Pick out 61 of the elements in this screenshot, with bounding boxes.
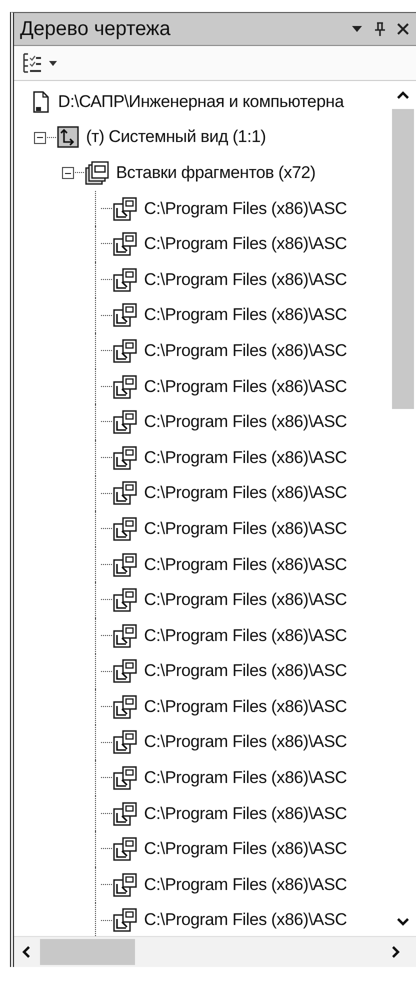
layers-icon xyxy=(84,160,110,186)
tree-item[interactable]: C:\Program Files (x86)\ASC xyxy=(144,234,347,254)
scroll-up-icon[interactable] xyxy=(396,89,410,101)
scroll-thumb[interactable] xyxy=(40,939,135,965)
fragment-icon xyxy=(112,622,138,649)
tree-item[interactable]: C:\Program Files (x86)\ASC xyxy=(144,768,347,788)
tree-options-icon[interactable] xyxy=(22,52,42,74)
tree-item[interactable]: C:\Program Files (x86)\ASC xyxy=(144,483,347,504)
fragment-icon xyxy=(112,338,138,364)
scroll-right-icon[interactable] xyxy=(390,945,402,959)
collapse-toggle[interactable] xyxy=(62,167,74,180)
fragment-icon xyxy=(112,302,138,328)
tree-item[interactable]: C:\Program Files (x86)\ASC xyxy=(144,910,347,930)
fragment-icon xyxy=(112,729,138,756)
tree-item[interactable]: C:\Program Files (x86)\ASC xyxy=(144,696,347,717)
fragment-icon xyxy=(112,552,138,578)
fragment-icon xyxy=(112,266,138,293)
tree-item[interactable]: C:\Program Files (x86)\ASC xyxy=(144,590,347,610)
fragment-icon xyxy=(112,765,138,792)
caret-icon[interactable] xyxy=(48,58,58,68)
tree-item[interactable]: C:\Program Files (x86)\ASC xyxy=(144,305,347,326)
tree-item[interactable]: C:\Program Files (x86)\ASC xyxy=(144,340,347,361)
fragment-icon xyxy=(112,374,138,400)
fragment-icon xyxy=(112,444,138,471)
fragment-icon xyxy=(112,872,138,898)
fragment-icon xyxy=(112,694,138,720)
pin-icon[interactable] xyxy=(374,21,386,37)
tree-item[interactable]: Вставки фрагментов (x72) xyxy=(116,162,316,183)
tree-item[interactable]: C:\Program Files (x86)\ASC xyxy=(144,270,347,290)
fragment-icon xyxy=(112,196,138,222)
fragment-icon xyxy=(112,231,138,258)
fragment-icon xyxy=(112,800,138,827)
tree-item[interactable]: C:\Program Files (x86)\ASC xyxy=(144,839,347,860)
horizontal-scrollbar[interactable] xyxy=(14,936,416,967)
tree-item[interactable]: C:\Program Files (x86)\ASC xyxy=(144,376,347,397)
panel-title: Дерево чертежа xyxy=(20,18,172,40)
close-icon[interactable] xyxy=(396,22,410,36)
scroll-left-icon[interactable] xyxy=(20,945,32,959)
collapse-toggle[interactable] xyxy=(34,132,46,144)
tree-item[interactable]: C:\Program Files (x86)\ASC xyxy=(144,198,347,219)
tree-item[interactable]: D:\САПР\Инженерная и компьютерна xyxy=(58,92,344,112)
fragment-icon xyxy=(112,658,138,684)
tree-item[interactable]: C:\Program Files (x86)\ASC xyxy=(144,626,347,646)
fragment-icon xyxy=(112,480,138,506)
tree-item[interactable]: C:\Program Files (x86)\ASC xyxy=(144,448,347,468)
fragment-icon xyxy=(112,836,138,862)
scroll-thumb[interactable] xyxy=(392,109,414,409)
tree-item[interactable]: C:\Program Files (x86)\ASC xyxy=(144,412,347,432)
fragment-icon xyxy=(112,587,138,614)
fragment-icon xyxy=(112,907,138,934)
tree-item[interactable]: C:\Program Files (x86)\ASC xyxy=(144,874,347,895)
view-icon xyxy=(56,125,80,150)
tree-item[interactable]: (т) Системный вид (1:1) xyxy=(86,127,266,148)
tree-item[interactable]: C:\Program Files (x86)\ASC xyxy=(144,732,347,752)
scroll-down-icon[interactable] xyxy=(396,916,410,928)
tree-item[interactable]: C:\Program Files (x86)\ASC xyxy=(144,554,347,575)
fragment-icon xyxy=(112,409,138,436)
tree-item[interactable]: C:\Program Files (x86)\ASC xyxy=(144,518,347,539)
fragment-icon xyxy=(112,516,138,542)
tree-item[interactable]: C:\Program Files (x86)\ASC xyxy=(144,661,347,682)
tree-item[interactable]: C:\Program Files (x86)\ASC xyxy=(144,804,347,824)
